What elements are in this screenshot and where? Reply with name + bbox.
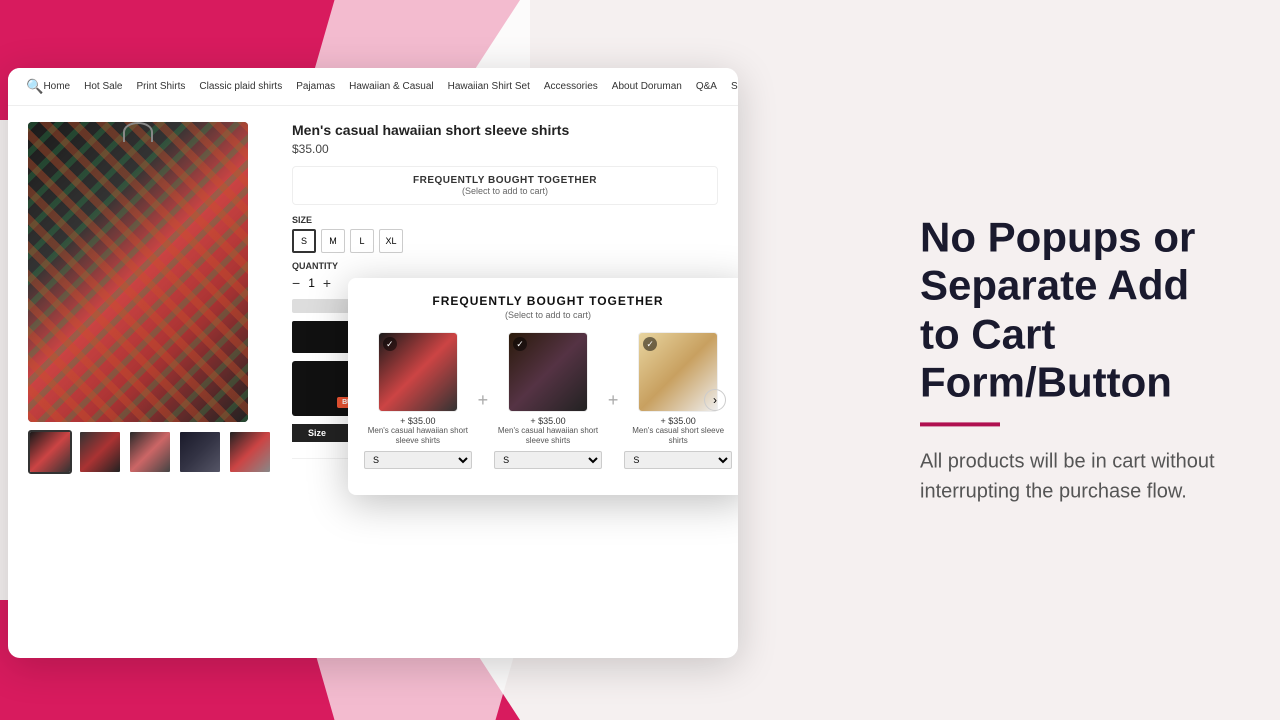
product-images (28, 122, 276, 630)
quantity-increase[interactable]: + (323, 275, 331, 291)
accent-line (920, 423, 1000, 427)
thumb-img-1 (30, 432, 70, 472)
quantity-label: QUANTITY (292, 261, 718, 271)
nav-about[interactable]: About Doruman (612, 81, 682, 92)
nav-hawaiian-set[interactable]: Hawaiian Shirt Set (448, 81, 530, 92)
hanger-icon (123, 122, 153, 142)
size-options: S M L XL (292, 229, 718, 253)
fbt-product-2: ✓ + $35.00 Men's casual hawaiian short s… (494, 332, 602, 469)
thumbnail-1[interactable] (28, 430, 72, 474)
fbt-size-select-2[interactable]: SMLXL (494, 451, 602, 469)
fbt-size-select-3[interactable]: SMLXL (624, 451, 732, 469)
fbt-inline-title: FREQUENTLY BOUGHT TOGETHER (303, 175, 707, 186)
thumbnail-row (28, 430, 276, 474)
fbt-plus-1: + (476, 390, 491, 411)
thumb-img-3 (130, 432, 170, 472)
nav-pajamas[interactable]: Pajamas (296, 81, 335, 92)
size-s[interactable]: S (292, 229, 316, 253)
fbt-plus-2: + (606, 390, 621, 411)
thumb-img-4 (180, 432, 220, 472)
right-section: No Popups or Separate Add to Cart Form/B… (860, 173, 1280, 546)
main-product-image (28, 122, 248, 422)
product-price: $35.00 (292, 142, 718, 156)
fbt-product-price-1: + $35.00 (400, 416, 435, 426)
size-m[interactable]: M (321, 229, 345, 253)
fbt-modal: FREQUENTLY BOUGHT TOGETHER (Select to ad… (348, 278, 738, 495)
size-xl[interactable]: XL (379, 229, 403, 253)
thumb-img-5 (230, 432, 270, 472)
nav-links: Home Hot Sale Print Shirts Classic plaid… (43, 81, 738, 92)
fbt-product-1: ✓ + $35.00 Men's casual hawaiian short s… (364, 332, 472, 469)
nav-accessories[interactable]: Accessories (544, 81, 598, 92)
thumbnail-4[interactable] (178, 430, 222, 474)
search-icon[interactable]: 🔍 (26, 78, 43, 95)
size-label: SIZE (292, 215, 718, 225)
nav-qa[interactable]: Q&A (696, 81, 717, 92)
fbt-checkbox-3[interactable]: ✓ (643, 337, 657, 351)
quantity-value: 1 (308, 276, 315, 290)
subtext: All products will be in cart without int… (920, 447, 1220, 507)
fbt-product-name-3: Men's casual short sleeve shirts (624, 426, 732, 447)
thumb-img-2 (80, 432, 120, 472)
nav-print-shirts[interactable]: Print Shirts (136, 81, 185, 92)
nav-hawaiian-casual[interactable]: Hawaiian & Casual (349, 81, 434, 92)
size-chart-header-size: Size (292, 424, 342, 442)
nav-home[interactable]: Home (43, 81, 70, 92)
shirt-visual (28, 122, 248, 422)
nav-hot-sale[interactable]: Hot Sale (84, 81, 122, 92)
fbt-product-img-2: ✓ (508, 332, 588, 412)
fbt-size-select-1[interactable]: SMLXL (364, 451, 472, 469)
browser-window: 🔍 Home Hot Sale Print Shirts Classic pla… (8, 68, 738, 658)
thumbnail-3[interactable] (128, 430, 172, 474)
fbt-product-name-1: Men's casual hawaiian short sleeve shirt… (364, 426, 472, 447)
nav-shipping[interactable]: Shipping Policy (731, 81, 738, 92)
fbt-inline-banner: FREQUENTLY BOUGHT TOGETHER (Select to ad… (292, 166, 718, 205)
fbt-product-price-2: + $35.00 (530, 416, 565, 426)
headline: No Popups or Separate Add to Cart Form/B… (920, 213, 1220, 406)
fbt-modal-title: FREQUENTLY BOUGHT TOGETHER (364, 294, 732, 308)
fbt-checkbox-1[interactable]: ✓ (383, 337, 397, 351)
thumbnail-5[interactable] (228, 430, 272, 474)
nav-classic-plaid[interactable]: Classic plaid shirts (199, 81, 282, 92)
thumbnail-2[interactable] (78, 430, 122, 474)
fbt-checkbox-2[interactable]: ✓ (513, 337, 527, 351)
quantity-decrease[interactable]: − (292, 275, 300, 291)
fbt-product-name-2: Men's casual hawaiian short sleeve shirt… (494, 426, 602, 447)
navbar: 🔍 Home Hot Sale Print Shirts Classic pla… (8, 68, 738, 106)
fbt-modal-subtitle: (Select to add to cart) (364, 310, 732, 320)
product-title: Men's casual hawaiian short sleeve shirt… (292, 122, 718, 138)
fbt-product-price-3: + $35.00 (661, 416, 696, 426)
size-l[interactable]: L (350, 229, 374, 253)
fbt-products-row: ✓ + $35.00 Men's casual hawaiian short s… (364, 332, 732, 469)
fbt-inline-subtitle: (Select to add to cart) (303, 186, 707, 196)
fbt-product-img-1: ✓ (378, 332, 458, 412)
fbt-next-arrow[interactable]: › (704, 389, 726, 411)
size-chart-size-cell (292, 442, 342, 459)
